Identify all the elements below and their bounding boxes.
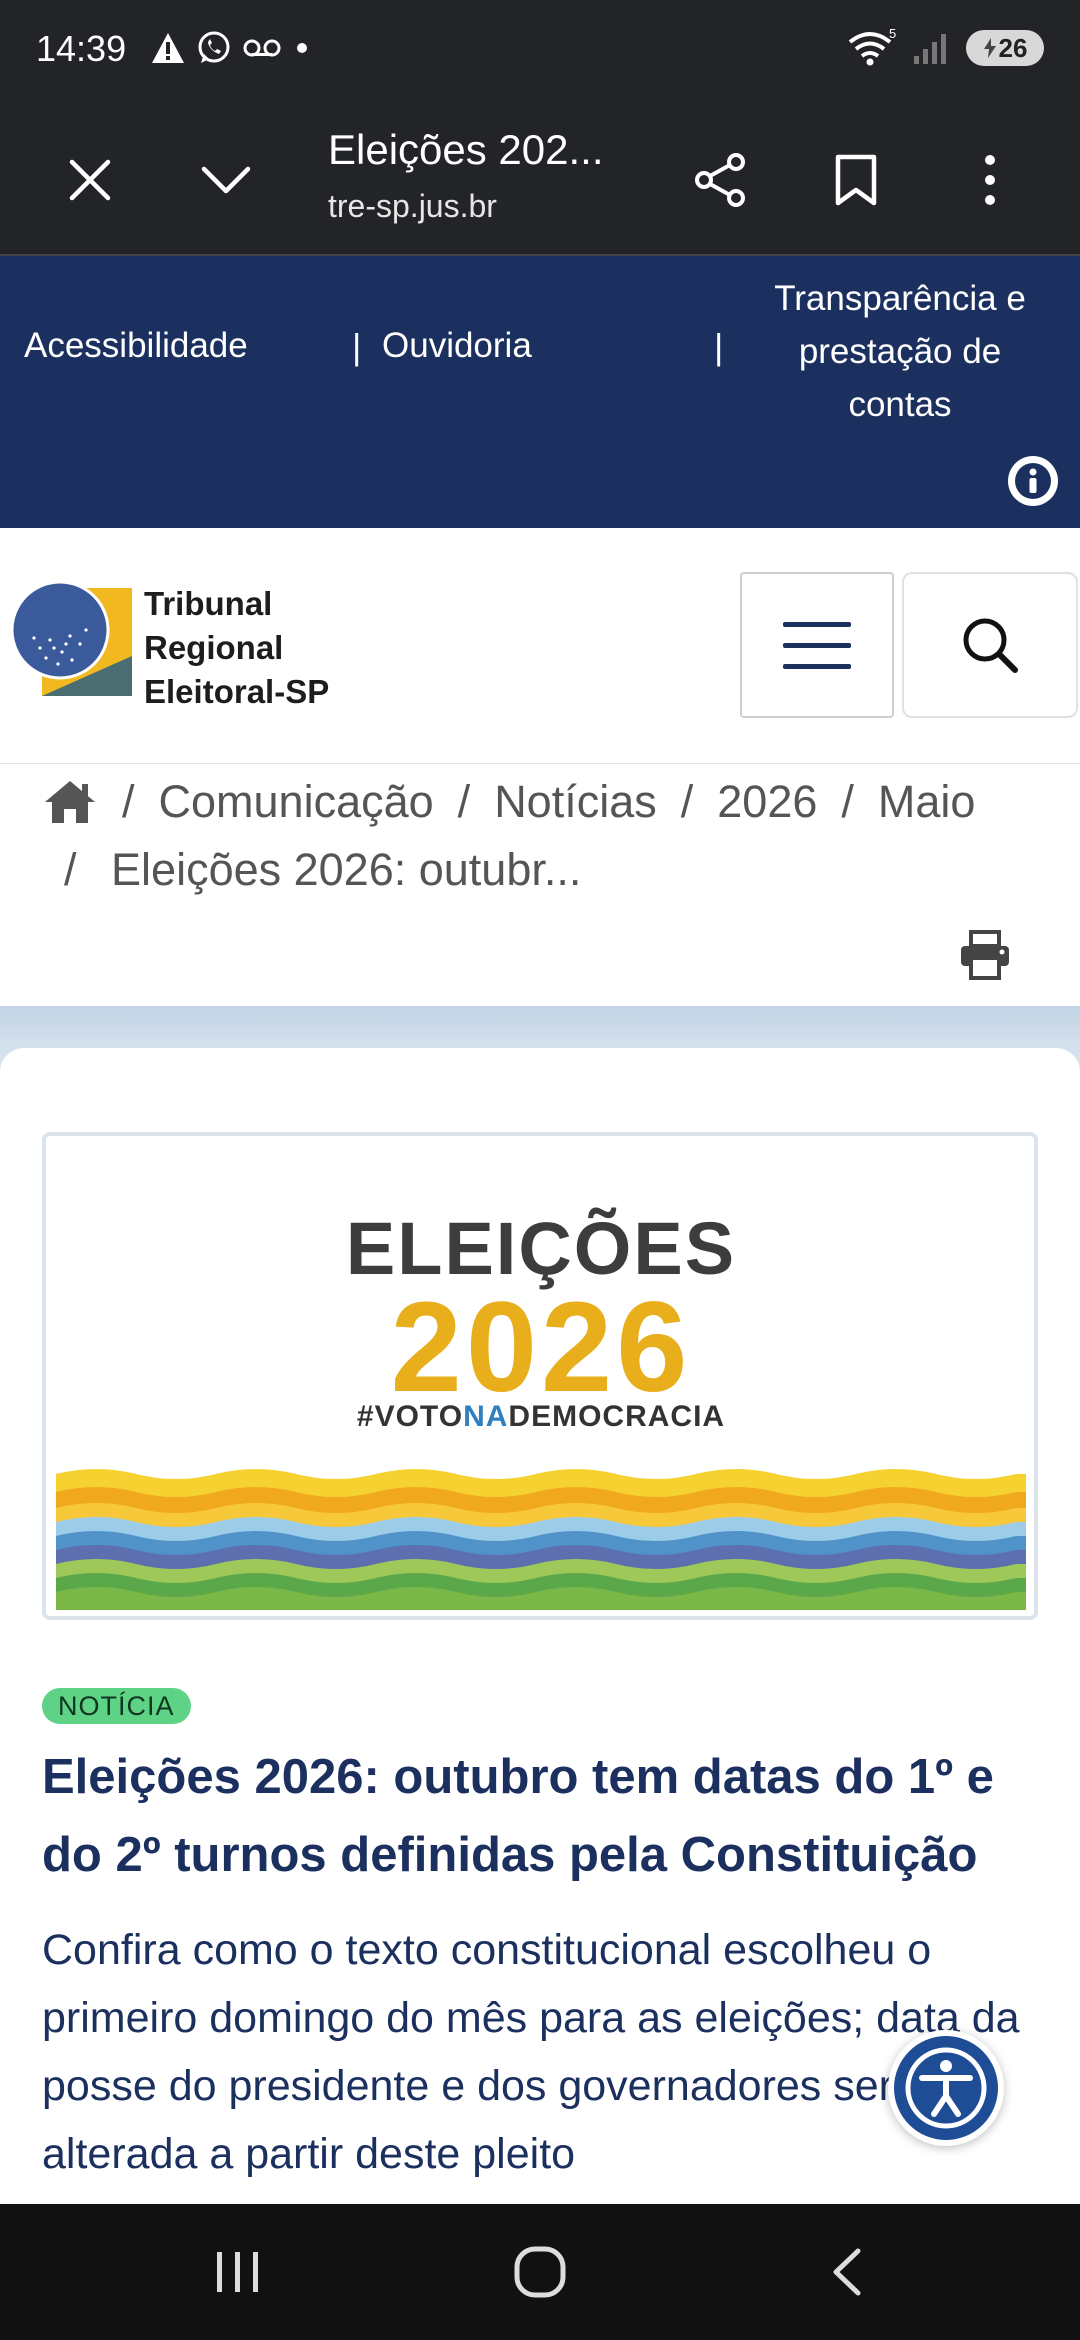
breadcrumb-separator: / <box>64 844 77 895</box>
voicemail-icon <box>243 39 281 57</box>
battery-level: 26 <box>998 32 1028 63</box>
close-icon <box>69 159 111 201</box>
nav-separator: | <box>714 326 724 367</box>
more-vertical-icon <box>985 155 995 205</box>
page-title[interactable]: Eleições 202... <box>328 126 604 174</box>
logo-line-3: Eleitoral-SP <box>144 673 330 710</box>
wifi-icon: 5 <box>848 28 896 66</box>
ombudsman-link[interactable]: Ouvidoria <box>382 326 532 366</box>
info-glyph <box>1015 463 1051 499</box>
whatsapp-icon <box>198 31 230 63</box>
hero-tag-part-1: #VOTO <box>356 1400 464 1433</box>
breadcrumb-row-2: / Eleições 2026: outubr... <box>64 844 581 896</box>
accessibility-figure-glyph <box>905 2047 987 2129</box>
transparency-link[interactable]: Transparência e prestação de contas <box>750 272 1050 431</box>
breadcrumb: / Comunicação / Notícias / 2026 / Maio /… <box>0 764 1080 1006</box>
status-bar: 14:39 5 26 <box>0 0 1080 100</box>
accessibility-widget-button[interactable] <box>888 2030 1004 2146</box>
screen: 14:39 5 26 Eleições 202... tre-sp.jus.br <box>0 0 1080 2340</box>
browser-toolbar: Eleições 202... tre-sp.jus.br <box>0 100 1080 256</box>
status-time: 14:39 <box>36 28 127 69</box>
breadcrumb-separator: / <box>457 776 471 827</box>
dot-icon <box>297 43 307 53</box>
close-tab-button[interactable] <box>50 140 130 220</box>
share-icon <box>695 153 745 207</box>
breadcrumb-separator: / <box>122 776 135 827</box>
accessibility-icon <box>894 2036 998 2140</box>
hamburger-icon <box>783 621 851 627</box>
hero-tag-part-3: DEMOCRACIA <box>508 1400 726 1433</box>
wifi-badge: 5 <box>889 28 896 41</box>
hero-tag-part-2: NA <box>463 1400 509 1433</box>
signal-icon <box>914 34 946 64</box>
site-top-nav: Acessibilidade | Ouvidoria | Transparênc… <box>0 256 1080 528</box>
back-icon <box>833 2248 861 2296</box>
article-summary: Confira como o texto constitucional esco… <box>42 1926 1020 2178</box>
bookmark-button[interactable] <box>816 140 896 220</box>
site-header: Tribunal Regional Eleitoral-SP <box>0 528 1080 764</box>
breadcrumb-current: Eleições 2026: outubr... <box>111 844 582 895</box>
hero-tagline: #VOTONADEMOCRACIA <box>56 1400 1026 1434</box>
tre-sp-logo[interactable] <box>10 578 135 703</box>
article-card: ELEIÇÕES 2026 #VOTONADEMOCRACIA NOTÍCIA <box>0 1048 1080 2340</box>
breadcrumb-row-1: / Comunicação / Notícias / 2026 / Maio <box>42 776 975 828</box>
article-hero-image[interactable]: ELEIÇÕES 2026 #VOTONADEMOCRACIA <box>42 1132 1038 1620</box>
warning-icon <box>152 33 184 63</box>
transparency-line-3: contas <box>848 385 952 424</box>
search-icon <box>963 618 1018 673</box>
breadcrumb-item-maio[interactable]: Maio <box>878 776 976 828</box>
hamburger-icon-bar <box>783 663 851 669</box>
breadcrumb-item-noticias[interactable]: Notícias <box>494 776 657 828</box>
page-url[interactable]: tre-sp.jus.br <box>328 188 497 225</box>
recent-apps-button[interactable] <box>188 2234 288 2310</box>
hero-year: 2026 <box>390 1276 692 1419</box>
hamburger-icon-bar <box>783 642 851 648</box>
hero-waves-graphic <box>56 1464 1026 1610</box>
battery-indicator: 26 <box>966 30 1044 66</box>
logo-text[interactable]: Tribunal Regional Eleitoral-SP <box>144 582 329 714</box>
transparency-line-2: prestação de <box>798 332 1002 371</box>
home-icon <box>514 2246 566 2298</box>
status-right: 5 26 <box>846 28 1044 68</box>
breadcrumb-item-comunicacao[interactable]: Comunicação <box>159 776 434 828</box>
hero-image-content: ELEIÇÕES 2026 #VOTONADEMOCRACIA <box>56 1146 1026 1610</box>
more-options-button[interactable] <box>950 140 1030 220</box>
chevron-down-icon <box>201 166 251 194</box>
bookmark-icon <box>835 154 877 206</box>
home-icon[interactable] <box>42 778 98 826</box>
home-button[interactable] <box>490 2234 590 2310</box>
notification-icons <box>150 30 312 66</box>
logo-line-1: Tribunal <box>144 585 273 622</box>
minimize-button[interactable] <box>186 140 266 220</box>
search-button[interactable] <box>902 572 1078 718</box>
breadcrumb-separator: / <box>680 776 694 827</box>
transparency-line-1: Transparência e <box>774 279 1026 318</box>
breadcrumb-item-2026[interactable]: 2026 <box>717 776 817 828</box>
info-icon[interactable] <box>1008 456 1058 506</box>
print-icon[interactable] <box>958 930 1012 980</box>
share-button[interactable] <box>680 140 760 220</box>
menu-button[interactable] <box>740 572 894 718</box>
breadcrumb-separator: / <box>841 776 854 827</box>
logo-line-2: Regional <box>144 629 284 666</box>
nav-separator: | <box>352 326 362 367</box>
back-button[interactable] <box>796 2234 896 2310</box>
system-nav-bar <box>0 2204 1080 2340</box>
recent-apps-icon <box>217 2252 258 2292</box>
accessibility-link[interactable]: Acessibilidade <box>24 326 248 366</box>
charging-icon <box>983 38 996 58</box>
article-headline[interactable]: Eleições 2026: outubro tem datas do 1º e… <box>42 1738 1042 1894</box>
category-badge[interactable]: NOTÍCIA <box>42 1688 191 1724</box>
